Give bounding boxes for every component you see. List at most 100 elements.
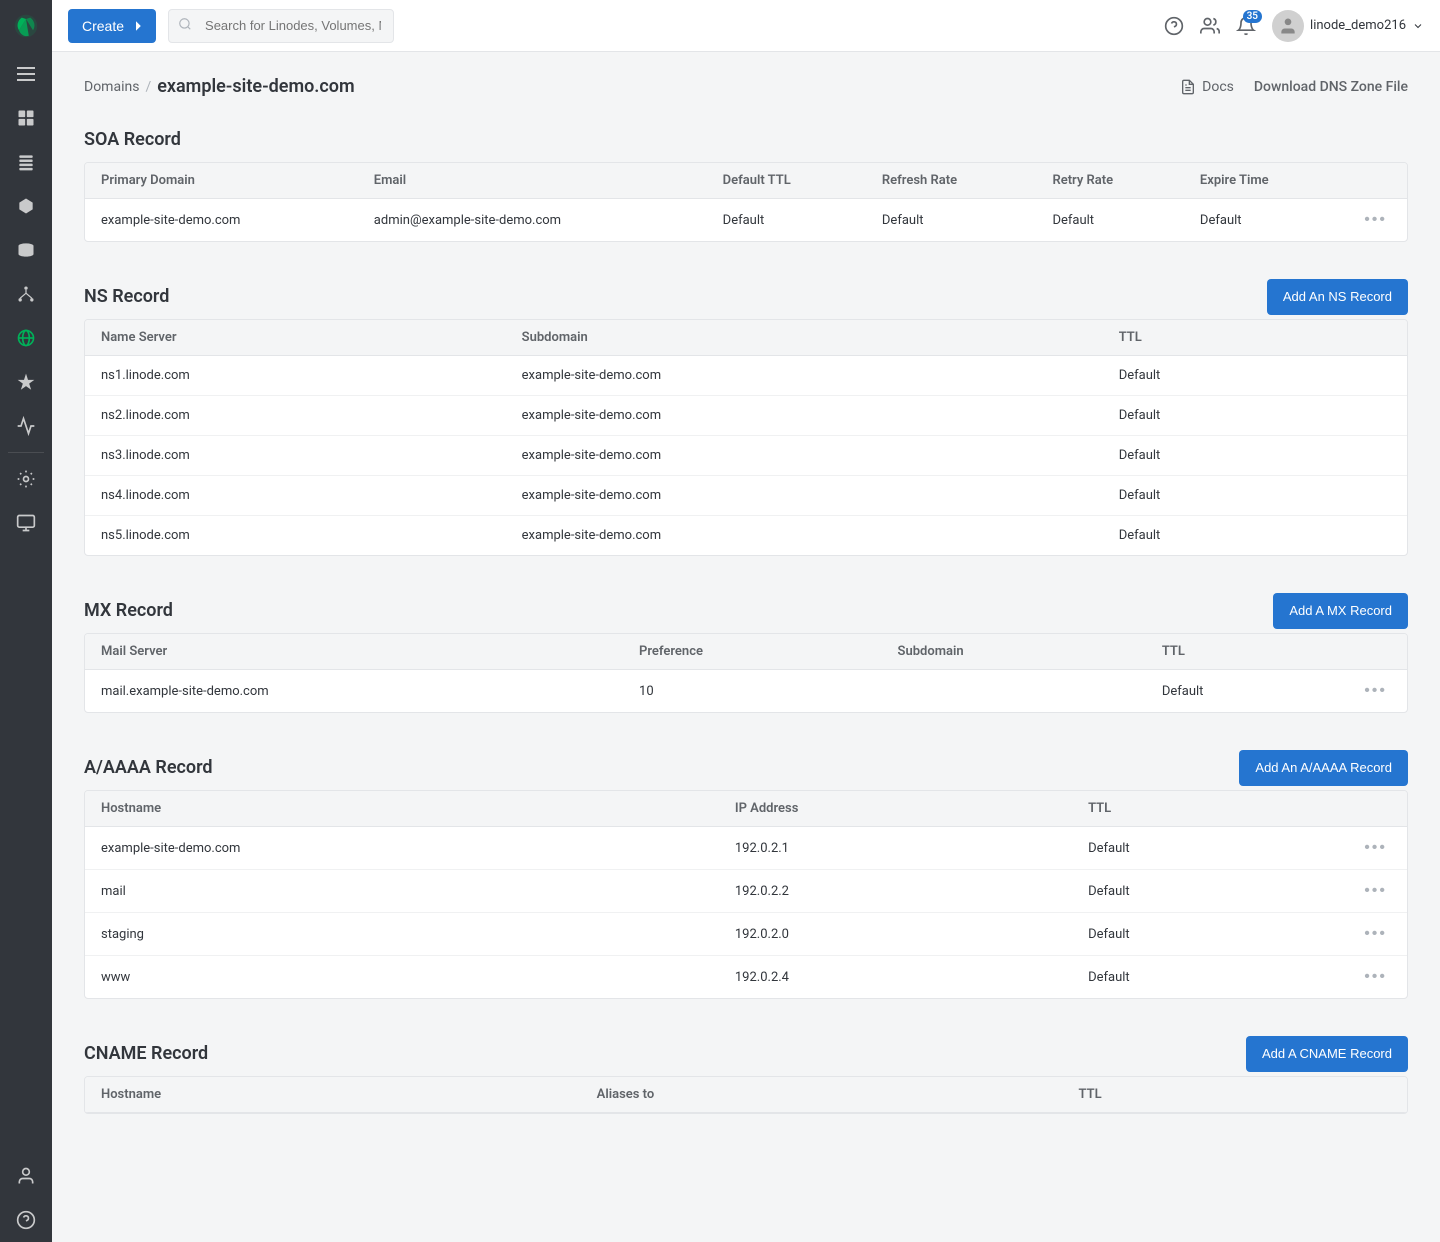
cname-table: Hostname Aliases to TTL bbox=[85, 1077, 1407, 1113]
aaaa-hostname: mail bbox=[85, 870, 719, 913]
table-row: ns2.linode.com example-site-demo.com Def… bbox=[85, 396, 1407, 436]
topbar: Create 35 linode_demo2 bbox=[52, 0, 1440, 52]
mx-subdomain bbox=[882, 670, 1146, 713]
soa-col-default-ttl: Default TTL bbox=[707, 163, 866, 199]
soa-header: SOA Record bbox=[84, 117, 1408, 162]
table-row: ns5.linode.com example-site-demo.com Def… bbox=[85, 516, 1407, 556]
soa-table-wrap: Primary Domain Email Default TTL Refresh… bbox=[84, 162, 1408, 242]
ns-col-actions bbox=[1359, 320, 1407, 356]
aaaa-hostname: www bbox=[85, 956, 719, 999]
aaaa-header: A/AAAA Record Add An A/AAAA Record bbox=[84, 745, 1408, 790]
community-icon[interactable] bbox=[1200, 16, 1220, 36]
mx-col-ttl: TTL bbox=[1146, 634, 1344, 670]
table-row: example-site-demo.com 192.0.2.1 Default … bbox=[85, 827, 1407, 870]
add-aaaa-record-button[interactable]: Add An A/AAAA Record bbox=[1239, 750, 1408, 786]
ns-subdomain: example-site-demo.com bbox=[506, 476, 1103, 516]
aaaa-col-actions bbox=[1344, 791, 1407, 827]
cname-table-wrap: Hostname Aliases to TTL bbox=[84, 1076, 1408, 1114]
mx-header: MX Record Add A MX Record bbox=[84, 588, 1408, 633]
row-more-button[interactable]: ••• bbox=[1360, 968, 1391, 986]
cname-section: CNAME Record Add A CNAME Record Hostname… bbox=[84, 1031, 1408, 1114]
soa-col-retry-rate: Retry Rate bbox=[1036, 163, 1183, 199]
sidebar-item-obj-storage[interactable] bbox=[0, 184, 52, 228]
mx-col-actions bbox=[1344, 634, 1407, 670]
mx-mail-server: mail.example-site-demo.com bbox=[85, 670, 623, 713]
mx-preference: 10 bbox=[623, 670, 882, 713]
soa-title: SOA Record bbox=[84, 117, 181, 162]
ns-thead-row: Name Server Subdomain TTL bbox=[85, 320, 1407, 356]
ns-name-server: ns1.linode.com bbox=[85, 356, 506, 396]
table-row: www 192.0.2.4 Default ••• bbox=[85, 956, 1407, 999]
ns-name-server: ns3.linode.com bbox=[85, 436, 506, 476]
help-icon[interactable] bbox=[1164, 16, 1184, 36]
aaaa-ip-address: 192.0.2.2 bbox=[719, 870, 1072, 913]
ns-header: NS Record Add An NS Record bbox=[84, 274, 1408, 319]
sidebar-item-marketplace[interactable] bbox=[0, 501, 52, 545]
sidebar-item-account[interactable] bbox=[0, 1154, 52, 1198]
add-mx-record-button[interactable]: Add A MX Record bbox=[1273, 593, 1408, 629]
breadcrumb-parent[interactable]: Domains bbox=[84, 79, 139, 95]
main-content: Domains / example-site-demo.com Docs Dow… bbox=[52, 52, 1440, 1242]
mx-table-wrap: Mail Server Preference Subdomain TTL mai… bbox=[84, 633, 1408, 713]
row-more-button[interactable]: ••• bbox=[1360, 882, 1391, 900]
create-button[interactable]: Create bbox=[68, 9, 156, 43]
ns-ttl: Default bbox=[1103, 516, 1359, 556]
add-cname-record-button[interactable]: Add A CNAME Record bbox=[1246, 1036, 1408, 1072]
cname-col-aliases-to: Aliases to bbox=[581, 1077, 1063, 1113]
mx-table: Mail Server Preference Subdomain TTL mai… bbox=[85, 634, 1407, 712]
soa-table: Primary Domain Email Default TTL Refresh… bbox=[85, 163, 1407, 241]
ns-ttl: Default bbox=[1103, 356, 1359, 396]
aaaa-ip-address: 192.0.2.1 bbox=[719, 827, 1072, 870]
soa-email: admin@example-site-demo.com bbox=[358, 199, 707, 242]
sidebar-item-managed[interactable] bbox=[0, 457, 52, 501]
sidebar-item-longview[interactable] bbox=[0, 404, 52, 448]
sidebar-item-dashboard[interactable] bbox=[0, 96, 52, 140]
download-dns-link[interactable]: Download DNS Zone File bbox=[1254, 79, 1408, 95]
sidebar-item-help[interactable] bbox=[0, 1198, 52, 1242]
user-avatar bbox=[1272, 10, 1304, 42]
notifications-icon[interactable]: 35 bbox=[1236, 16, 1256, 36]
soa-expire-time: Default bbox=[1184, 199, 1344, 242]
ns-title: NS Record bbox=[84, 274, 169, 319]
row-more-button[interactable]: ••• bbox=[1360, 682, 1391, 700]
add-ns-record-button[interactable]: Add An NS Record bbox=[1267, 279, 1408, 315]
row-more-button[interactable]: ••• bbox=[1360, 925, 1391, 943]
table-row: ns3.linode.com example-site-demo.com Def… bbox=[85, 436, 1407, 476]
aaaa-ttl: Default bbox=[1072, 870, 1344, 913]
sidebar-item-oneclick[interactable] bbox=[0, 360, 52, 404]
sidebar-item-nodebalancers[interactable] bbox=[0, 272, 52, 316]
sidebar-item-linodes[interactable] bbox=[0, 140, 52, 184]
ns-tbody: ns1.linode.com example-site-demo.com Def… bbox=[85, 356, 1407, 556]
ns-section: NS Record Add An NS Record Name Server S… bbox=[84, 274, 1408, 556]
docs-link[interactable]: Docs bbox=[1180, 79, 1234, 95]
cname-header: CNAME Record Add A CNAME Record bbox=[84, 1031, 1408, 1076]
aaaa-hostname: staging bbox=[85, 913, 719, 956]
notification-badge: 35 bbox=[1243, 10, 1262, 23]
row-more-button[interactable]: ••• bbox=[1360, 839, 1391, 857]
soa-col-email: Email bbox=[358, 163, 707, 199]
cname-col-hostname: Hostname bbox=[85, 1077, 581, 1113]
aaaa-col-ip-address: IP Address bbox=[719, 791, 1072, 827]
ns-col-subdomain: Subdomain bbox=[506, 320, 1103, 356]
soa-col-expire-time: Expire Time bbox=[1184, 163, 1344, 199]
ns-col-name-server: Name Server bbox=[85, 320, 506, 356]
table-row: example-site-demo.com admin@example-site… bbox=[85, 199, 1407, 242]
mx-title: MX Record bbox=[84, 588, 173, 633]
soa-col-refresh-rate: Refresh Rate bbox=[866, 163, 1037, 199]
soa-col-actions bbox=[1344, 163, 1407, 199]
sidebar-item-volumes[interactable] bbox=[0, 228, 52, 272]
ns-table: Name Server Subdomain TTL ns1.linode.com… bbox=[85, 320, 1407, 555]
ns-subdomain: example-site-demo.com bbox=[506, 356, 1103, 396]
soa-retry-rate: Default bbox=[1036, 199, 1183, 242]
sidebar-item-domains[interactable] bbox=[0, 316, 52, 360]
user-menu[interactable]: linode_demo216 bbox=[1272, 10, 1424, 42]
hamburger-menu[interactable] bbox=[0, 52, 52, 96]
table-row: mail.example-site-demo.com 10 Default ••… bbox=[85, 670, 1407, 713]
mx-col-mail-server: Mail Server bbox=[85, 634, 623, 670]
row-more-button[interactable]: ••• bbox=[1360, 211, 1391, 229]
cname-col-ttl: TTL bbox=[1062, 1077, 1359, 1113]
ns-col-ttl: TTL bbox=[1103, 320, 1359, 356]
aaaa-col-ttl: TTL bbox=[1072, 791, 1344, 827]
username: linode_demo216 bbox=[1310, 18, 1406, 33]
search-input[interactable] bbox=[168, 9, 394, 43]
